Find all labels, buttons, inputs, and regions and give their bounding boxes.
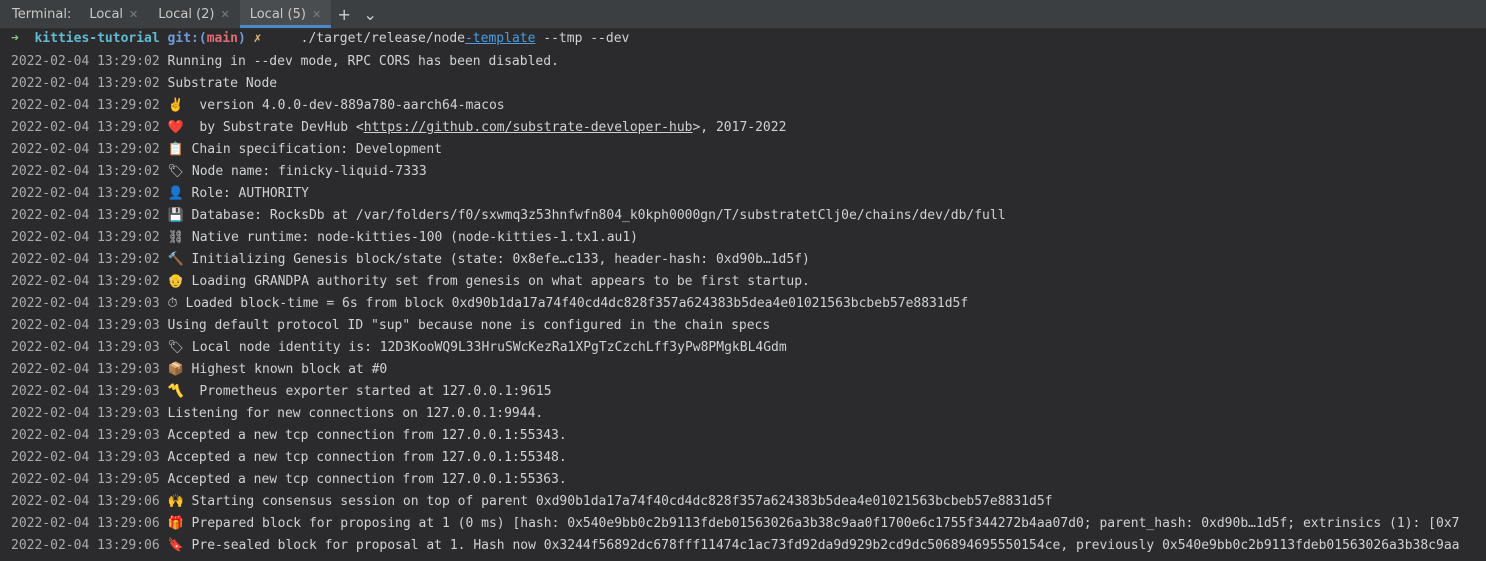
prompt-arrow-icon: ➜	[11, 31, 19, 46]
log-message: ⏱ Loaded block-time = 6s from block 0xd9…	[167, 296, 969, 311]
tab-label: Local (2)	[158, 6, 215, 22]
log-line: 2022-02-04 13:29:06 🙌 Starting consensus…	[11, 491, 1486, 513]
terminal-label: Terminal:	[12, 6, 72, 22]
log-message: ✌️ version 4.0.0-dev-889a780-aarch64-mac…	[167, 98, 505, 113]
log-line: 2022-02-04 13:29:03 Accepted a new tcp c…	[11, 447, 1486, 469]
log-message: 🎁 Prepared block for proposing at 1 (0 m…	[167, 516, 1460, 531]
prompt-git-prefix: git:(	[167, 31, 207, 46]
log-message: Running in --dev mode, RPC CORS has been…	[167, 54, 559, 69]
chevron-down-icon[interactable]: ⌄	[357, 5, 383, 24]
log-timestamp: 2022-02-04 13:29:05	[11, 472, 160, 487]
log-timestamp: 2022-02-04 13:29:02	[11, 252, 160, 267]
log-line: 2022-02-04 13:29:03 Listening for new co…	[11, 403, 1486, 425]
log-message: 🙌 Starting consensus session on top of p…	[167, 494, 1053, 509]
log-timestamp: 2022-02-04 13:29:02	[11, 120, 160, 135]
log-timestamp: 2022-02-04 13:29:06	[11, 494, 160, 509]
log-timestamp: 2022-02-04 13:29:03	[11, 362, 160, 377]
log-message: 💾 Database: RocksDb at /var/folders/f0/s…	[167, 208, 1006, 223]
log-timestamp: 2022-02-04 13:29:03	[11, 428, 160, 443]
log-line: 2022-02-04 13:29:03 📦 Highest known bloc…	[11, 359, 1486, 381]
prompt-line: ➜ kitties-tutorial git:(main) ✗ ./target…	[11, 28, 1486, 51]
log-message: 🔨 Initializing Genesis block/state (stat…	[167, 252, 810, 267]
log-message: 〽️ Prometheus exporter started at 127.0.…	[167, 384, 552, 399]
log-line: 2022-02-04 13:29:02 🏷 Node name: finicky…	[11, 161, 1486, 183]
log-message: Accepted a new tcp connection from 127.0…	[167, 450, 567, 465]
tab-local-2[interactable]: Local (2) ✕	[148, 0, 239, 28]
log-line: 2022-02-04 13:29:06 🎁 Prepared block for…	[11, 513, 1486, 535]
command-part-a: ./target/release/node	[261, 31, 465, 46]
log-timestamp: 2022-02-04 13:29:02	[11, 186, 160, 201]
log-line: 2022-02-04 13:29:02 🔨 Initializing Genes…	[11, 249, 1486, 271]
log-line: 2022-02-04 13:29:02 ❤️ by Substrate DevH…	[11, 117, 1486, 139]
log-timestamp: 2022-02-04 13:29:03	[11, 318, 160, 333]
log-timestamp: 2022-02-04 13:29:03	[11, 406, 160, 421]
command-part-b: -template	[464, 31, 536, 46]
log-line: 2022-02-04 13:29:02 Running in --dev mod…	[11, 51, 1486, 73]
new-tab-plus-icon[interactable]: +	[331, 5, 357, 24]
log-timestamp: 2022-02-04 13:29:02	[11, 274, 160, 289]
tab-label: Local	[89, 6, 124, 22]
prompt-branch: main	[206, 31, 238, 46]
log-line: 2022-02-04 13:29:03 Using default protoc…	[11, 315, 1486, 337]
log-timestamp: 2022-02-04 13:29:03	[11, 296, 160, 311]
tab-local[interactable]: Local ✕	[79, 0, 148, 28]
log-line: 2022-02-04 13:29:02 👴 Loading GRANDPA au…	[11, 271, 1486, 293]
log-timestamp: 2022-02-04 13:29:03	[11, 340, 160, 355]
log-timestamp: 2022-02-04 13:29:02	[11, 76, 160, 91]
log-line: 2022-02-04 13:29:03 Accepted a new tcp c…	[11, 425, 1486, 447]
log-line: 2022-02-04 13:29:02 ⛓ Native runtime: no…	[11, 227, 1486, 249]
log-timestamp: 2022-02-04 13:29:02	[11, 142, 160, 157]
log-message: Accepted a new tcp connection from 127.0…	[167, 472, 567, 487]
log-timestamp: 2022-02-04 13:29:03	[11, 450, 160, 465]
log-message: ⛓ Native runtime: node-kitties-100 (node…	[167, 230, 638, 245]
close-icon[interactable]: ✕	[221, 8, 230, 21]
log-line: 2022-02-04 13:29:02 👤 Role: AUTHORITY	[11, 183, 1486, 205]
prompt-repo: kitties-tutorial	[34, 31, 160, 46]
log-timestamp: 2022-02-04 13:29:03	[11, 384, 160, 399]
log-message: Listening for new connections on 127.0.0…	[167, 406, 544, 421]
log-line: 2022-02-04 13:29:03 🏷 Local node identit…	[11, 337, 1486, 359]
log-message: Using default protocol ID "sup" because …	[167, 318, 771, 333]
command-part-c: --tmp --dev	[535, 31, 630, 46]
log-message: Substrate Node	[167, 76, 278, 91]
log-timestamp: 2022-02-04 13:29:02	[11, 54, 160, 69]
log-line: 2022-02-04 13:29:02 💾 Database: RocksDb …	[11, 205, 1486, 227]
log-message: 👤 Role: AUTHORITY	[167, 186, 309, 201]
close-icon[interactable]: ✕	[129, 8, 138, 21]
log-line: 2022-02-04 13:29:02 ✌️ version 4.0.0-dev…	[11, 95, 1486, 117]
tab-label: Local (5)	[249, 6, 306, 22]
log-timestamp: 2022-02-04 13:29:06	[11, 538, 160, 553]
log-timestamp: 2022-02-04 13:29:02	[11, 208, 160, 223]
log-timestamp: 2022-02-04 13:29:02	[11, 164, 160, 179]
log-message: 🏷 Node name: finicky-liquid-7333	[167, 164, 427, 179]
devhub-link[interactable]: https://github.com/substrate-developer-h…	[364, 120, 693, 135]
close-icon[interactable]: ✕	[312, 8, 321, 21]
log-message: 📦 Highest known block at #0	[167, 362, 388, 377]
log-line: 2022-02-04 13:29:03 ⏱ Loaded block-time …	[11, 293, 1486, 315]
log-message: 🔖 Pre-sealed block for proposal at 1. Ha…	[167, 538, 1460, 553]
terminal-output[interactable]: ➜ kitties-tutorial git:(main) ✗ ./target…	[0, 28, 1486, 561]
log-line: 2022-02-04 13:29:06 🔖 Pre-sealed block f…	[11, 535, 1486, 557]
log-message: ❤️ by Substrate DevHub <	[167, 120, 364, 135]
tab-local-5[interactable]: Local (5) ✕	[239, 0, 332, 28]
log-line: 2022-02-04 13:29:05 Accepted a new tcp c…	[11, 469, 1486, 491]
log-timestamp: 2022-02-04 13:29:02	[11, 98, 160, 113]
log-message: >, 2017-2022	[692, 120, 787, 135]
terminal-tab-bar: Terminal: Local ✕ Local (2) ✕ Local (5) …	[0, 0, 1486, 29]
log-message: 📋 Chain specification: Development	[167, 142, 443, 157]
log-line: 2022-02-04 13:29:02 Substrate Node	[11, 73, 1486, 95]
log-timestamp: 2022-02-04 13:29:06	[11, 516, 160, 531]
log-line: 2022-02-04 13:29:03 〽️ Prometheus export…	[11, 381, 1486, 403]
log-message: Accepted a new tcp connection from 127.0…	[167, 428, 567, 443]
log-line: 2022-02-04 13:29:02 📋 Chain specificatio…	[11, 139, 1486, 161]
log-message: 👴 Loading GRANDPA authority set from gen…	[167, 274, 810, 289]
log-timestamp: 2022-02-04 13:29:02	[11, 230, 160, 245]
log-message: 🏷 Local node identity is: 12D3KooWQ9L33H…	[167, 340, 787, 355]
prompt-git-suffix: )	[238, 31, 246, 46]
